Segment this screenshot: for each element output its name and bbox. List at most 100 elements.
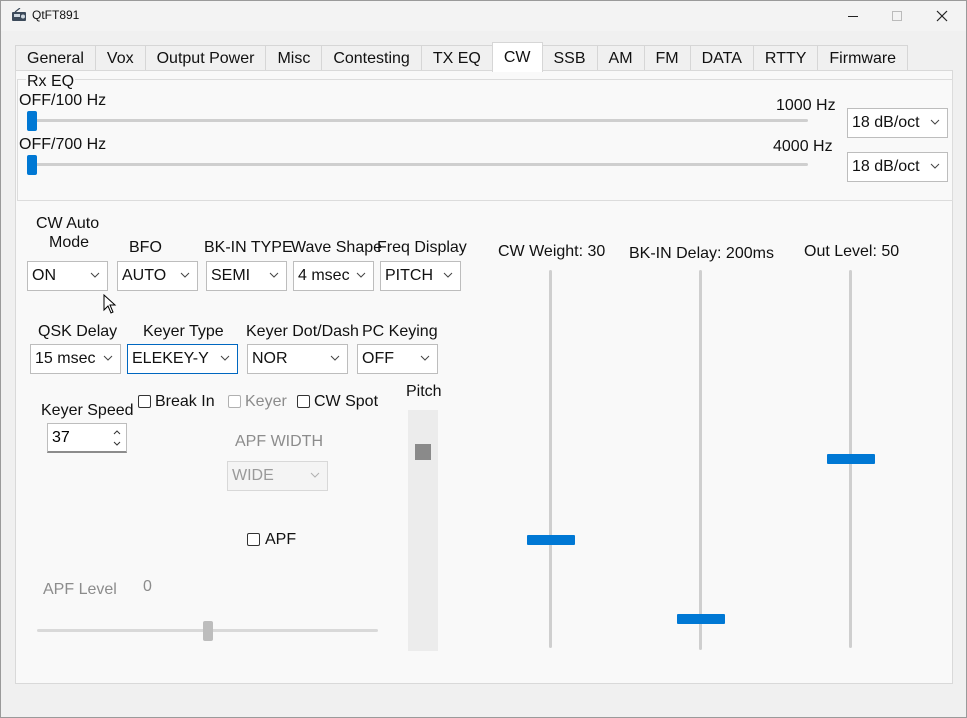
pc-keying-value: OFF [362,350,394,367]
chevron-down-icon [930,163,940,169]
chevron-down-icon [443,272,453,278]
tab-firmware[interactable]: Firmware [817,45,909,71]
minimize-button[interactable] [830,1,876,31]
tab-cw[interactable]: CW [491,42,543,72]
chevron-down-icon [103,355,113,361]
cw-auto-mode-select[interactable]: ON [27,261,108,291]
apf-checkbox[interactable] [247,533,260,546]
freq-display-label: Freq Display [377,239,467,256]
tab-rtty[interactable]: RTTY [752,45,819,71]
rx-eq-row2-slider-track[interactable] [28,163,808,166]
tab-am[interactable]: AM [596,45,645,71]
freq-display-select[interactable]: PITCH [380,261,461,291]
tab-misc[interactable]: Misc [265,45,323,71]
rx-eq-row1-slope-value: 18 dB/oct [852,114,920,131]
rx-eq-row1-slider-track[interactable] [28,119,808,122]
cw-auto-mode-label-line2: Mode [49,234,90,251]
freq-display-value: PITCH [385,267,433,284]
tab-bar: General Vox Output Power Misc Contesting… [15,42,909,72]
cw-tab-pane: Rx EQ OFF/100 Hz 1000 Hz 18 dB/oct OFF/7… [15,70,953,684]
cw-weight-slider-handle[interactable] [527,534,575,545]
chevron-down-icon [356,272,366,278]
cw-spot-checkbox[interactable] [297,395,310,408]
title-bar[interactable]: QtFT891 [1,1,966,31]
cw-auto-mode-label-line1: CW Auto [36,215,100,232]
keyer-speed-value: 37 [52,428,70,446]
close-icon [936,10,948,22]
apf-level-value: 0 [143,578,152,595]
pc-keying-select[interactable]: OFF [357,344,438,374]
break-in-label: Break In [155,393,215,410]
cw-weight-slider-track[interactable] [549,270,552,648]
chevron-down-icon [269,272,279,278]
bk-in-delay-slider-handle[interactable] [677,614,725,625]
rx-eq-row2-slope-select[interactable]: 18 dB/oct [847,152,948,182]
minimize-icon [848,16,858,17]
keyer-dot-dash-value: NOR [252,350,288,367]
chevron-down-icon [180,272,190,278]
tab-data[interactable]: DATA [689,45,754,71]
apf-label: APF [265,531,297,548]
keyer-dot-dash-label: Keyer Dot/Dash [246,323,359,340]
chevron-down-icon [113,441,121,446]
tab-general[interactable]: General [15,45,96,71]
keyer-type-select[interactable]: ELEKEY-Y [127,344,238,374]
qsk-delay-select[interactable]: 15 msec [30,344,121,374]
out-level-slider-handle[interactable] [827,454,875,464]
wave-shape-value: 4 msec [298,267,350,284]
break-in-checkbox[interactable] [138,395,151,408]
spin-down-button[interactable] [109,438,125,450]
pitch-slider-handle[interactable] [415,443,431,460]
keyer-speed-spinbox[interactable]: 37 [47,423,127,453]
rx-eq-row2-right-label: 4000 Hz [773,138,833,155]
bfo-label: BFO [129,239,162,256]
tab-contesting[interactable]: Contesting [321,45,422,71]
close-button[interactable] [919,1,965,31]
chevron-down-icon [310,472,320,478]
tab-fm[interactable]: FM [643,45,691,71]
tab-output-power[interactable]: Output Power [144,45,267,71]
wave-shape-select[interactable]: 4 msec [293,261,374,291]
tab-tx-eq[interactable]: TX EQ [420,45,493,71]
maximize-icon [892,11,902,21]
apf-width-select[interactable]: WIDE [227,461,328,491]
bk-in-type-value: SEMI [211,267,251,284]
wave-shape-label: Wave Shape [291,239,383,256]
keyer-speed-label: Keyer Speed [41,402,134,419]
bk-in-type-label: BK-IN TYPE [204,239,293,256]
main-window: QtFT891 General Vox Output Power Misc Co… [0,0,967,718]
rx-eq-row1-slider-handle[interactable] [27,111,37,131]
tab-vox[interactable]: Vox [94,45,146,71]
maximize-button[interactable] [874,1,920,31]
chevron-down-icon [930,119,940,125]
keyer-dot-dash-select[interactable]: NOR [247,344,348,374]
pitch-label: Pitch [406,383,442,400]
window-title: QtFT891 [32,8,80,22]
rx-eq-title: Rx EQ [26,73,76,91]
tab-ssb[interactable]: SSB [541,45,598,71]
bk-in-type-select[interactable]: SEMI [206,261,287,291]
mouse-cursor-icon [103,294,117,314]
chevron-down-icon [90,272,100,278]
bk-in-delay-slider-track[interactable] [699,270,702,650]
rx-eq-row2-slider-handle[interactable] [27,155,37,175]
spin-up-button[interactable] [109,426,125,438]
chevron-down-icon [220,355,230,361]
chevron-down-icon [330,355,340,361]
keyer-type-value: ELEKEY-Y [132,350,209,367]
keyer-type-label: Keyer Type [143,323,224,340]
bfo-select[interactable]: AUTO [117,261,198,291]
bk-in-delay-label: BK-IN Delay: 200ms [629,245,774,262]
out-level-label: Out Level: 50 [804,243,900,260]
rx-eq-row2-slope-value: 18 dB/oct [852,158,920,175]
qsk-delay-value: 15 msec [35,350,96,367]
keyer-checkbox[interactable] [228,395,241,408]
rx-eq-row1-left-label: OFF/100 Hz [19,92,107,109]
bfo-value: AUTO [122,267,167,284]
cw-weight-label: CW Weight: 30 [498,243,606,260]
rx-eq-row1-slope-select[interactable]: 18 dB/oct [847,108,948,138]
chevron-up-icon [113,430,121,435]
apf-level-label: APF Level [43,581,117,598]
apf-level-slider-handle[interactable] [202,621,213,641]
qsk-delay-label: QSK Delay [38,323,118,340]
